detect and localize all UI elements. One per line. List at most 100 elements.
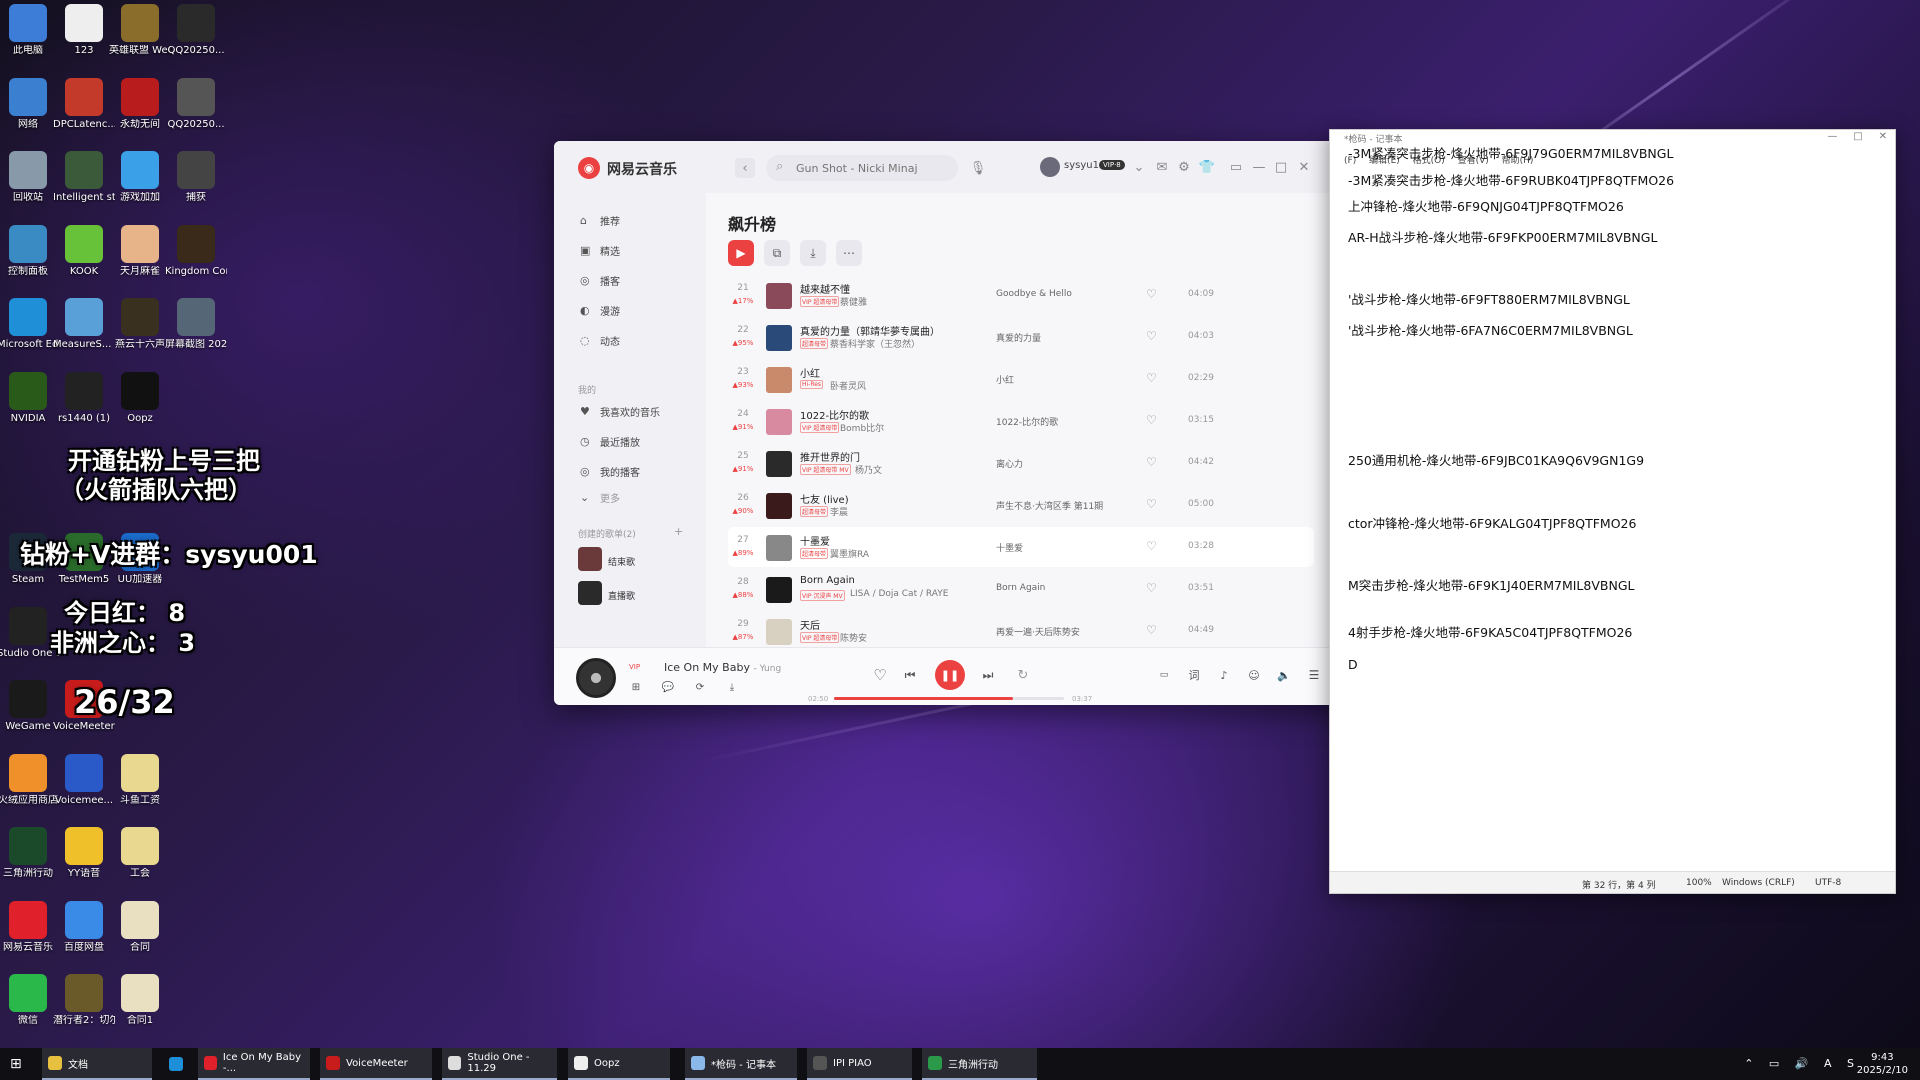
gear-icon[interactable]: ⚙ bbox=[1176, 158, 1192, 176]
heart-icon[interactable]: ♡ bbox=[1146, 539, 1157, 553]
desktop-shortcut[interactable]: MeasureS... - 快捷方式 bbox=[53, 298, 115, 351]
song-row[interactable]: 23 ▲93% 小红 Hi-Res 卧者灵风 小红 ♡ 02:29 bbox=[728, 359, 1314, 399]
add-playlist-icon[interactable]: + bbox=[674, 525, 683, 538]
back-arrow-icon[interactable]: ‹ bbox=[735, 158, 755, 178]
created-playlists-header[interactable]: 创建的歌单(2) bbox=[578, 527, 636, 540]
desktop-shortcut[interactable]: 天月麻雀 bbox=[109, 224, 171, 278]
song-artist[interactable]: 杨乃文 bbox=[855, 463, 882, 476]
start-button[interactable]: ⊞ bbox=[10, 1048, 22, 1080]
song-cover[interactable] bbox=[766, 451, 792, 477]
username[interactable]: sysyu1 bbox=[1064, 160, 1099, 171]
comment-icon[interactable]: 💬 bbox=[661, 680, 675, 694]
sidebar-item-featured[interactable]: ▣ 精选 bbox=[580, 240, 620, 260]
song-row[interactable]: 21 ▲17% 越来越不懂 VIP 超清母带 蔡健雅 Goodbye & Hello ♡ 04… bbox=[728, 275, 1314, 315]
effects-icon[interactable]: ♪ bbox=[1214, 666, 1234, 684]
sidebar-item-feed[interactable]: ◌ 动态 bbox=[580, 330, 620, 350]
close-icon[interactable]: ✕ bbox=[1296, 158, 1312, 176]
taskbar-app[interactable]: 三角洲行动 bbox=[922, 1048, 1037, 1080]
taskbar-app[interactable]: 文档 bbox=[42, 1048, 152, 1080]
song-title[interactable]: Born Again bbox=[800, 575, 1000, 586]
maximize-icon[interactable]: □ bbox=[1273, 158, 1289, 176]
search-input[interactable] bbox=[796, 159, 946, 177]
share-icon[interactable]: ⟳ bbox=[693, 680, 707, 694]
song-cover[interactable] bbox=[766, 577, 792, 603]
sidebar-item-roam[interactable]: ◐ 漫游 bbox=[580, 300, 620, 320]
sidebar-item-podcast[interactable]: ◎ 播客 bbox=[580, 270, 620, 290]
heart-icon[interactable]: ♡ bbox=[1146, 623, 1157, 637]
playlist-cover[interactable] bbox=[578, 581, 602, 605]
desktop-shortcut[interactable]: 英雄联盟 WeGame版 bbox=[109, 4, 171, 57]
heart-icon[interactable]: ♡ bbox=[1146, 329, 1157, 343]
desktop-shortcut[interactable]: Microsoft Edge bbox=[0, 298, 59, 351]
microphone-icon[interactable]: 🎙 bbox=[968, 158, 988, 178]
desktop-shortcut[interactable]: 永劫无间 bbox=[109, 77, 171, 131]
skin-icon[interactable]: 👕 bbox=[1199, 158, 1215, 176]
desktop-shortcut[interactable]: NVIDIA bbox=[0, 371, 59, 425]
song-cover[interactable] bbox=[766, 283, 792, 309]
sidebar-item-liked-music[interactable]: ♥ 我喜欢的音乐 bbox=[580, 401, 660, 421]
song-cover[interactable] bbox=[766, 409, 792, 435]
taskbar-app[interactable]: IPI PIAO bbox=[807, 1048, 912, 1080]
download-button[interactable]: ⤓ bbox=[800, 240, 826, 266]
heart-icon[interactable]: ♡ bbox=[1146, 455, 1157, 469]
desktop-shortcut[interactable]: 潜行者2：切尔诺贝利... bbox=[53, 974, 115, 1027]
now-playing-info[interactable]: Ice On My Baby - Yung bbox=[664, 661, 781, 674]
song-row[interactable]: 29 ▲87% 天后 VIP 超清母带 陈势安 再爱一遍·天后陈势安 ♡ 04:49 bbox=[728, 611, 1314, 651]
song-album[interactable]: 真爱的力量 bbox=[996, 331, 1146, 344]
song-title[interactable]: 天后 bbox=[800, 617, 1000, 632]
more-button[interactable]: ⋯ bbox=[836, 240, 862, 266]
desktop-shortcut[interactable]: 火绒应用商店 bbox=[0, 753, 59, 807]
playlist-queue-icon[interactable]: ☰ bbox=[1304, 666, 1324, 684]
song-title[interactable]: 十墨爱 bbox=[800, 533, 1000, 548]
playlist-name[interactable]: 结束歌 bbox=[608, 555, 635, 568]
song-artist[interactable]: Bomb比尔 bbox=[840, 421, 884, 434]
heart-icon[interactable]: ♡ bbox=[1146, 581, 1157, 595]
heart-icon[interactable]: ♡ bbox=[1146, 287, 1157, 301]
system-clock[interactable]: 9:43 2025/2/10 bbox=[1857, 1051, 1908, 1077]
desktop-shortcut[interactable]: 燕云十六声 bbox=[109, 298, 171, 351]
song-title[interactable]: 1022-比尔的歌 bbox=[800, 407, 1000, 422]
like-icon[interactable]: ♡ bbox=[869, 664, 891, 686]
song-row[interactable]: 28 ▲88% Born Again VIP 沉浸声 MV LISA / Doja Ca… bbox=[728, 569, 1314, 609]
song-title[interactable]: 越来越不懂 bbox=[800, 281, 1000, 296]
now-playing-cover[interactable] bbox=[576, 658, 616, 698]
song-cover[interactable] bbox=[766, 535, 792, 561]
song-cover[interactable] bbox=[766, 367, 792, 393]
desktop-shortcut[interactable]: DPCLatenc... - 快捷方式 bbox=[53, 77, 115, 131]
desktop-shortcut[interactable]: 123 bbox=[53, 4, 115, 57]
song-album[interactable]: Goodbye & Hello bbox=[996, 289, 1146, 299]
song-album[interactable]: 十墨爱 bbox=[996, 541, 1146, 554]
desktop-shortcut[interactable]: 此电脑 bbox=[0, 4, 59, 57]
song-row[interactable]: 26 ▲90% 七友 (live) 超清母带 李晨 声生不息·大湾区季 第11期 ♡ 05:0… bbox=[728, 485, 1314, 525]
song-row[interactable]: 22 ▲95% 真爱的力量（郭靖华夢专属曲） 超清母带 蔡香科学家（王忽然） 真爱的力量 ♡… bbox=[728, 317, 1314, 357]
desktop-shortcut[interactable]: Voicemee... bbox=[53, 753, 115, 807]
taskbar-app[interactable]: *枪码 - 记事本 bbox=[685, 1048, 797, 1080]
system-tray[interactable]: ⌃ ▭ 🔊 A S bbox=[1744, 1057, 1860, 1070]
mail-icon[interactable]: ✉ bbox=[1154, 158, 1170, 176]
song-cover[interactable] bbox=[766, 325, 792, 351]
song-cover[interactable] bbox=[766, 619, 792, 645]
add-to-playlist-icon[interactable]: ⊞ bbox=[629, 680, 643, 694]
desktop-shortcut[interactable]: 斗鱼工资 bbox=[109, 753, 171, 807]
song-album[interactable]: 离心力 bbox=[996, 457, 1146, 470]
play-all-button[interactable]: ▶ bbox=[728, 240, 754, 266]
song-title[interactable]: 真爱的力量（郭靖华夢专属曲） bbox=[800, 323, 1000, 338]
taskbar-app[interactable] bbox=[163, 1048, 193, 1080]
song-album[interactable]: 小红 bbox=[996, 373, 1146, 386]
volume-icon[interactable]: 🔈 bbox=[1274, 666, 1294, 684]
song-artist[interactable]: 蔡健雅 bbox=[840, 295, 867, 308]
desktop-shortcut[interactable]: 微信 bbox=[0, 974, 59, 1027]
next-icon[interactable]: ⏭ bbox=[977, 664, 999, 686]
desktop-shortcut[interactable]: 合同1 bbox=[109, 974, 171, 1027]
repeat-icon[interactable]: ↻ bbox=[1012, 664, 1034, 686]
desktop-shortcut[interactable]: Kingdom Come Del... bbox=[165, 224, 227, 278]
song-artist[interactable]: 蔡香科学家（王忽然） bbox=[830, 337, 920, 350]
desktop-shortcut[interactable]: 游戏加加 bbox=[109, 151, 171, 204]
song-title[interactable]: 小红 bbox=[800, 365, 1000, 380]
listen-together-icon[interactable]: ☺ bbox=[1244, 666, 1264, 684]
progress-bar[interactable] bbox=[834, 697, 1064, 700]
lyrics-icon[interactable]: 词 bbox=[1184, 666, 1204, 684]
song-album[interactable]: 声生不息·大湾区季 第11期 bbox=[996, 499, 1146, 512]
song-artist[interactable]: 卧者灵风 bbox=[830, 379, 866, 392]
desktop-shortcut[interactable]: KOOK bbox=[53, 224, 115, 278]
